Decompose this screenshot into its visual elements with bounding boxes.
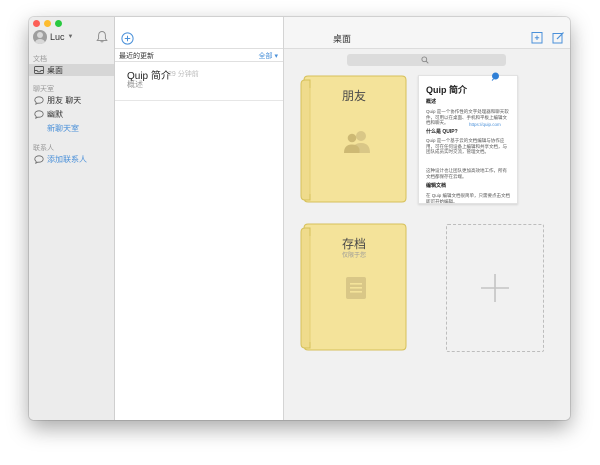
search-icon — [421, 56, 429, 64]
filter-dropdown[interactable]: 全部 ▾ — [259, 51, 278, 61]
user-name: Luc — [50, 32, 65, 42]
chat-bubble-icon — [34, 154, 44, 164]
chats-section-label: 聊天室 — [33, 86, 54, 93]
sidebar-item-label: 幽默 — [47, 109, 63, 119]
doc-subtitle: 概述 — [127, 80, 143, 89]
list-toolbar — [115, 17, 283, 49]
chat-bubble-icon — [34, 95, 44, 105]
bell-icon[interactable] — [95, 30, 109, 44]
plus-icon — [481, 274, 509, 302]
docs-section-label: 文档 — [33, 56, 47, 63]
sidebar: Luc ▼ 文档 桌面 聊天室 朋友 聊天 幽默 新聊天室 联系人 添加联系人 — [29, 17, 115, 420]
add-document-button[interactable] — [446, 224, 544, 352]
new-chat-link[interactable]: 新聊天室 — [47, 123, 79, 134]
folder-subtitle: 仅限于您 — [341, 253, 366, 259]
minimize-window-button[interactable] — [44, 20, 51, 27]
contacts-section-label: 联系人 — [33, 145, 54, 152]
search-input[interactable] — [347, 54, 506, 66]
folder-archive[interactable]: 存档 仅限于您 — [300, 222, 408, 352]
card-heading: 编辑文档 — [426, 183, 447, 189]
sidebar-item-label: 桌面 — [47, 65, 63, 75]
list-header: 最近的更新 全部 ▾ — [115, 49, 283, 62]
compose-icon[interactable] — [552, 31, 565, 44]
folder-name: 朋友 — [341, 89, 366, 103]
chat-bubble-icon — [34, 109, 44, 119]
filter-label: 全部 — [258, 53, 273, 60]
card-paragraph: Quip 是一个基于云的文档编辑与协作应用，可在任何设备上编辑和共享文档，与团队… — [426, 138, 507, 154]
card-heading: 什么是 QUIP? — [426, 129, 458, 135]
people-icon — [344, 131, 370, 153]
document-card-quip-intro[interactable]: Quip 简介 概述 Quip 是一个协作性的文字处理器和聊天软件，可用以在桌面… — [418, 75, 518, 204]
sidebar-item-desktop[interactable]: 桌面 — [29, 64, 114, 76]
card-paragraph: 在 Quip 编辑文档很简单，只需要点击文档即可开始编辑。 — [426, 193, 511, 204]
sidebar-item-label: 朋友 聊天 — [47, 95, 82, 105]
folder-friends[interactable]: 朋友 — [300, 74, 408, 204]
desktop-toolbar: 桌面 — [284, 17, 570, 49]
inbox-icon — [34, 65, 44, 75]
chevron-down-icon: ▼ — [67, 34, 74, 40]
sidebar-item-humor[interactable]: 幽默 — [29, 108, 114, 120]
card-link[interactable]: https://quip.com — [469, 122, 514, 128]
new-conversation-icon[interactable] — [121, 32, 134, 45]
recent-updates-panel: 最近的更新 全部 ▾ Quip 简介 29 分钟前 概述 — [115, 17, 284, 420]
archive-box-icon — [346, 277, 366, 299]
avatar — [33, 30, 47, 44]
card-title: Quip 简介 — [426, 85, 467, 95]
card-heading: 概述 — [426, 99, 437, 105]
pin-icon — [491, 72, 499, 81]
close-window-button[interactable] — [33, 20, 40, 27]
page-title: 桌面 — [332, 34, 351, 44]
window-controls — [33, 20, 62, 27]
zoom-window-button[interactable] — [55, 20, 62, 27]
sidebar-item-friends-chat[interactable]: 朋友 聊天 — [29, 94, 114, 106]
add-contact-link[interactable]: 添加联系人 — [29, 153, 114, 165]
user-menu[interactable]: Luc ▼ — [33, 30, 73, 44]
card-paragraph: 这种设计也让团队更加高效地工作，所有文档都保存在云端。 — [426, 168, 507, 179]
new-document-icon[interactable] — [531, 31, 544, 44]
doc-timestamp: 29 分钟前 — [168, 71, 199, 78]
list-item[interactable]: Quip 简介 29 分钟前 概述 — [115, 62, 283, 101]
add-contact-label: 添加联系人 — [47, 154, 87, 164]
list-header-title: 最近的更新 — [119, 53, 154, 60]
